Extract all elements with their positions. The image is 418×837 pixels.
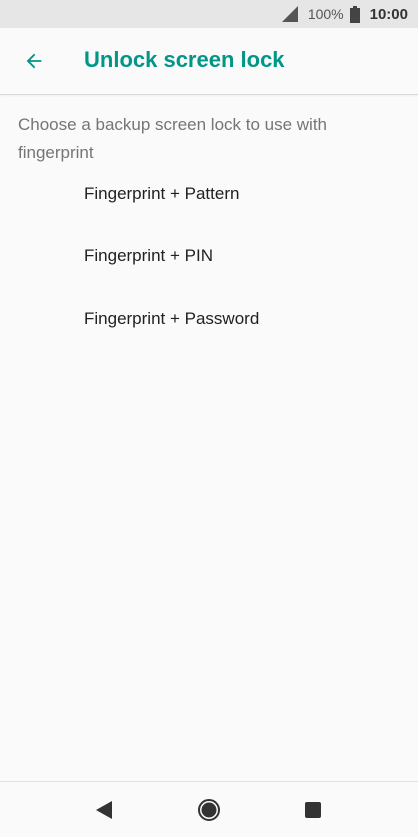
status-bar: 100% 10:00 (0, 0, 418, 28)
nav-back-button[interactable] (86, 792, 122, 828)
option-label: Fingerprint + Pattern (84, 184, 240, 203)
nav-recents-icon (305, 802, 321, 818)
status-time: 10:00 (369, 5, 408, 23)
navigation-bar (0, 781, 418, 837)
nav-home-button[interactable] (191, 792, 227, 828)
back-arrow-icon (26, 53, 42, 69)
battery-icon (349, 5, 360, 23)
nav-home-icon (198, 799, 220, 821)
option-label: Fingerprint + Password (84, 309, 260, 328)
option-fingerprint-password[interactable]: Fingerprint + Password (0, 293, 418, 349)
battery-percent: 100% (307, 6, 344, 22)
option-fingerprint-pin[interactable]: Fingerprint + PIN (0, 230, 418, 286)
signal-icon (281, 6, 298, 22)
option-label: Fingerprint + PIN (84, 246, 213, 265)
back-button[interactable] (14, 41, 54, 81)
option-fingerprint-pattern[interactable]: Fingerprint + Pattern (0, 168, 418, 224)
nav-recents-button[interactable] (295, 792, 331, 828)
backup-lock-description: Choose a backup screen lock to use with … (18, 115, 328, 162)
status-indicators: 100% 10:00 (281, 0, 408, 28)
page-title: Unlock screen lock (84, 47, 285, 72)
app-bar: Unlock screen lock (0, 28, 418, 95)
nav-back-icon (96, 801, 112, 819)
